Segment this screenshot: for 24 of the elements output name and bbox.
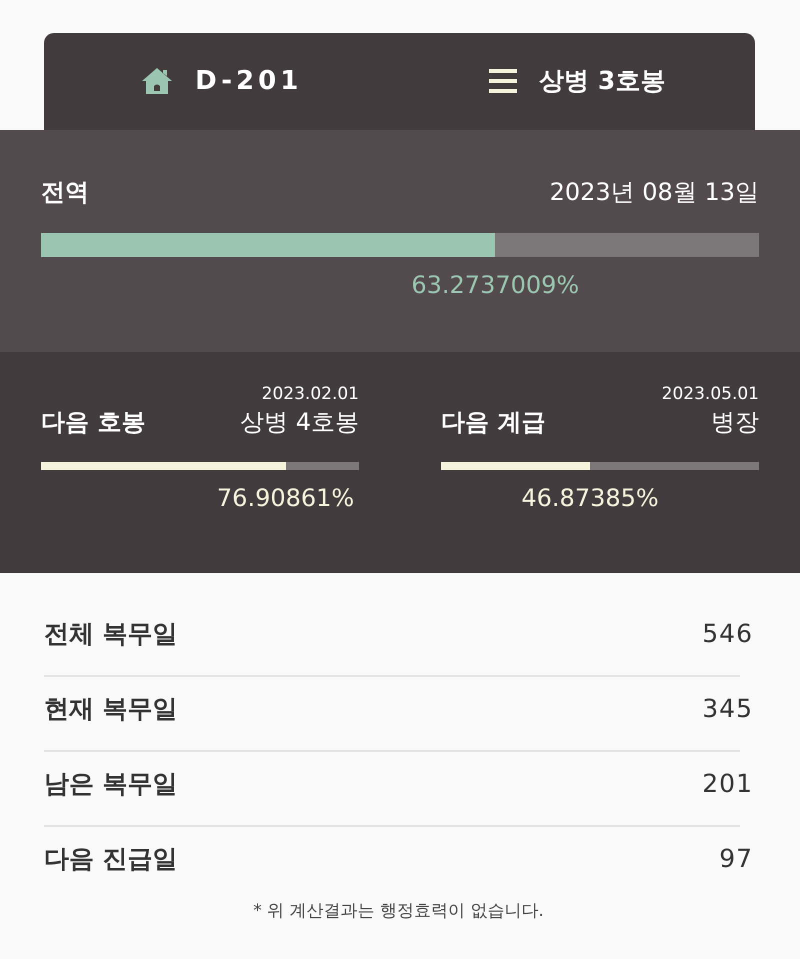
percent-label: 63.2737009%: [411, 270, 580, 301]
stat-label: 현재 복무일: [44, 693, 178, 725]
disclaimer-note: * 위 계산결과는 행정효력이 없습니다.: [253, 900, 544, 922]
percent-label: 46.87385%: [521, 483, 659, 514]
stat-value: 97: [719, 844, 753, 873]
stat-value: 201: [702, 769, 753, 798]
target-rank: 병장: [711, 407, 759, 438]
stat-value: 546: [702, 619, 753, 648]
menu-icon: [489, 68, 518, 92]
dday-label: D-201: [195, 66, 302, 96]
target-date: 2023.05.01: [662, 383, 759, 406]
discharge-date: 2023년 08월 13일: [550, 177, 759, 208]
section-title: 전역: [41, 177, 89, 208]
stat-label: 전체 복무일: [44, 618, 178, 650]
section-title: 다음 호봉: [41, 407, 146, 438]
home-icon: [141, 66, 174, 94]
stat-label: 남은 복무일: [44, 768, 178, 800]
target-date: 2023.02.01: [262, 383, 359, 406]
section-title: 다음 계급: [441, 407, 546, 438]
stat-label: 다음 진급일: [44, 843, 178, 875]
rank-label: 상병 3호봉: [539, 65, 666, 97]
percent-label: 76.90861%: [216, 483, 354, 514]
target-rank: 상병 4호봉: [240, 407, 359, 438]
stat-value: 345: [702, 694, 753, 723]
